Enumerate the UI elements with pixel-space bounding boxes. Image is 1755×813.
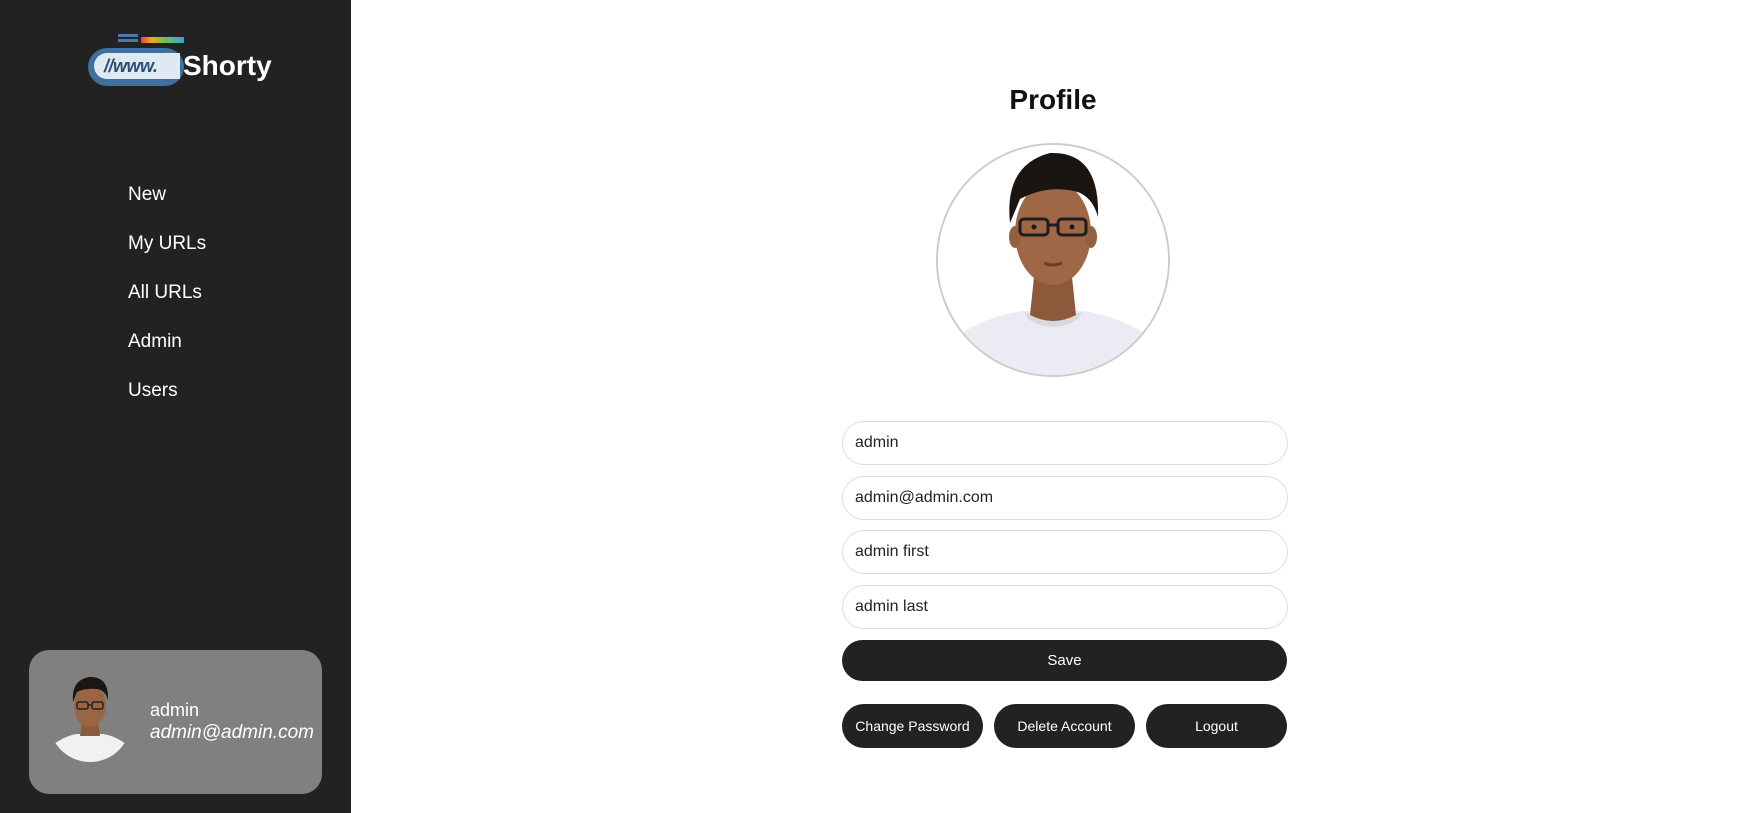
email-field[interactable] — [842, 476, 1288, 520]
sidebar-item-new[interactable]: New — [128, 178, 206, 227]
user-email: admin@admin.com — [150, 722, 314, 743]
user-name: admin — [150, 700, 200, 720]
first-name-field[interactable] — [842, 530, 1288, 574]
profile-avatar[interactable] — [936, 143, 1170, 377]
save-button[interactable]: Save — [842, 640, 1287, 681]
delete-account-button[interactable]: Delete Account — [994, 704, 1135, 748]
username-field[interactable] — [842, 421, 1288, 465]
logo-prefix: //www. — [94, 53, 180, 79]
page-title: Profile — [1009, 84, 1097, 115]
logo-bars-icon — [118, 34, 188, 44]
sidebar: //www. Shorty New My URLs All URLs Admin… — [0, 0, 351, 813]
app-logo[interactable]: //www. Shorty — [86, 32, 276, 90]
sidebar-item-users[interactable]: Users — [128, 374, 206, 423]
person-photo-icon — [49, 664, 131, 762]
sidebar-item-all-urls[interactable]: All URLs — [128, 276, 206, 325]
logo-pill-icon: //www. — [88, 48, 184, 86]
sidebar-nav: New My URLs All URLs Admin Users — [128, 178, 206, 423]
logo-name: Shorty — [183, 50, 272, 81]
user-card[interactable]: admin admin@admin.com — [29, 650, 322, 794]
avatar — [49, 664, 131, 762]
change-password-button[interactable]: Change Password — [842, 704, 983, 748]
sidebar-item-admin[interactable]: Admin — [128, 325, 206, 374]
last-name-field[interactable] — [842, 585, 1288, 629]
person-photo-icon — [938, 145, 1168, 375]
sidebar-item-my-urls[interactable]: My URLs — [128, 227, 206, 276]
logout-button[interactable]: Logout — [1146, 704, 1287, 748]
